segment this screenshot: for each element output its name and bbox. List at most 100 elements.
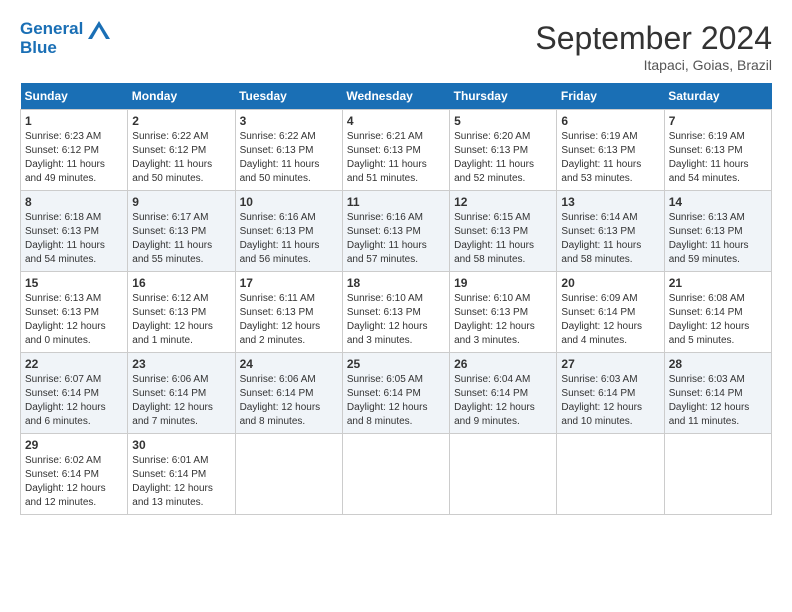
sunrise-label: Sunrise: 6:15 AM (454, 212, 530, 223)
sunrise-label: Sunrise: 6:13 AM (669, 212, 745, 223)
sunset-label: Sunset: 6:13 PM (132, 307, 206, 318)
day-cell-13: 13 Sunrise: 6:14 AM Sunset: 6:13 PM Dayl… (557, 191, 664, 272)
daylight-label: Daylight: 11 hours and 58 minutes. (454, 240, 534, 265)
day-info: Sunrise: 6:22 AM Sunset: 6:13 PM Dayligh… (240, 130, 338, 186)
day-number: 9 (132, 195, 230, 209)
sunrise-label: Sunrise: 6:01 AM (132, 455, 208, 466)
sunset-label: Sunset: 6:13 PM (347, 145, 421, 156)
day-info: Sunrise: 6:15 AM Sunset: 6:13 PM Dayligh… (454, 211, 552, 267)
page-header: General Blue September 2024 Itapaci, Goi… (20, 20, 772, 73)
daylight-label: Daylight: 12 hours and 13 minutes. (132, 483, 213, 508)
day-number: 29 (25, 438, 123, 452)
sunset-label: Sunset: 6:13 PM (132, 226, 206, 237)
sunset-label: Sunset: 6:13 PM (240, 226, 314, 237)
daylight-label: Daylight: 12 hours and 8 minutes. (240, 402, 321, 427)
sunrise-label: Sunrise: 6:23 AM (25, 131, 101, 142)
sunset-label: Sunset: 6:12 PM (132, 145, 206, 156)
day-number: 3 (240, 114, 338, 128)
daylight-label: Daylight: 12 hours and 12 minutes. (25, 483, 106, 508)
logo-text: General (20, 20, 110, 39)
day-cell-28: 28 Sunrise: 6:03 AM Sunset: 6:14 PM Dayl… (664, 353, 771, 434)
sunset-label: Sunset: 6:13 PM (454, 226, 528, 237)
day-number: 15 (25, 276, 123, 290)
day-number: 26 (454, 357, 552, 371)
day-cell-27: 27 Sunrise: 6:03 AM Sunset: 6:14 PM Dayl… (557, 353, 664, 434)
day-number: 1 (25, 114, 123, 128)
daylight-label: Daylight: 12 hours and 3 minutes. (347, 321, 428, 346)
day-cell-20: 20 Sunrise: 6:09 AM Sunset: 6:14 PM Dayl… (557, 272, 664, 353)
day-info: Sunrise: 6:12 AM Sunset: 6:13 PM Dayligh… (132, 292, 230, 348)
sunset-label: Sunset: 6:13 PM (240, 307, 314, 318)
day-number: 17 (240, 276, 338, 290)
daylight-label: Daylight: 11 hours and 49 minutes. (25, 159, 105, 184)
daylight-label: Daylight: 11 hours and 58 minutes. (561, 240, 641, 265)
sunrise-label: Sunrise: 6:09 AM (561, 293, 637, 304)
sunset-label: Sunset: 6:14 PM (561, 307, 635, 318)
sunset-label: Sunset: 6:13 PM (561, 145, 635, 156)
sunrise-label: Sunrise: 6:14 AM (561, 212, 637, 223)
daylight-label: Daylight: 12 hours and 7 minutes. (132, 402, 213, 427)
daylight-label: Daylight: 11 hours and 52 minutes. (454, 159, 534, 184)
sunset-label: Sunset: 6:13 PM (347, 226, 421, 237)
sunset-label: Sunset: 6:13 PM (454, 145, 528, 156)
day-info: Sunrise: 6:04 AM Sunset: 6:14 PM Dayligh… (454, 373, 552, 429)
sunrise-label: Sunrise: 6:08 AM (669, 293, 745, 304)
day-number: 18 (347, 276, 445, 290)
day-info: Sunrise: 6:13 AM Sunset: 6:13 PM Dayligh… (25, 292, 123, 348)
day-cell-7: 7 Sunrise: 6:19 AM Sunset: 6:13 PM Dayli… (664, 110, 771, 191)
day-number: 28 (669, 357, 767, 371)
day-cell-30: 30 Sunrise: 6:01 AM Sunset: 6:14 PM Dayl… (128, 434, 235, 515)
sunset-label: Sunset: 6:14 PM (454, 388, 528, 399)
day-info: Sunrise: 6:06 AM Sunset: 6:14 PM Dayligh… (132, 373, 230, 429)
day-info: Sunrise: 6:02 AM Sunset: 6:14 PM Dayligh… (25, 454, 123, 510)
day-cell-29: 29 Sunrise: 6:02 AM Sunset: 6:14 PM Dayl… (21, 434, 128, 515)
daylight-label: Daylight: 12 hours and 6 minutes. (25, 402, 106, 427)
empty-cell (450, 434, 557, 515)
day-cell-12: 12 Sunrise: 6:15 AM Sunset: 6:13 PM Dayl… (450, 191, 557, 272)
day-cell-10: 10 Sunrise: 6:16 AM Sunset: 6:13 PM Dayl… (235, 191, 342, 272)
empty-cell (235, 434, 342, 515)
daylight-label: Daylight: 11 hours and 54 minutes. (25, 240, 105, 265)
sunrise-label: Sunrise: 6:13 AM (25, 293, 101, 304)
day-info: Sunrise: 6:22 AM Sunset: 6:12 PM Dayligh… (132, 130, 230, 186)
daylight-label: Daylight: 11 hours and 56 minutes. (240, 240, 320, 265)
day-number: 5 (454, 114, 552, 128)
day-number: 21 (669, 276, 767, 290)
day-number: 8 (25, 195, 123, 209)
daylight-label: Daylight: 12 hours and 5 minutes. (669, 321, 750, 346)
sunset-label: Sunset: 6:14 PM (25, 388, 99, 399)
day-number: 20 (561, 276, 659, 290)
day-cell-26: 26 Sunrise: 6:04 AM Sunset: 6:14 PM Dayl… (450, 353, 557, 434)
sunset-label: Sunset: 6:13 PM (561, 226, 635, 237)
daylight-label: Daylight: 12 hours and 3 minutes. (454, 321, 535, 346)
daylight-label: Daylight: 11 hours and 51 minutes. (347, 159, 427, 184)
sunrise-label: Sunrise: 6:18 AM (25, 212, 101, 223)
sunrise-label: Sunrise: 6:20 AM (454, 131, 530, 142)
daylight-label: Daylight: 12 hours and 2 minutes. (240, 321, 321, 346)
sunrise-label: Sunrise: 6:03 AM (561, 374, 637, 385)
column-header-sunday: Sunday (21, 83, 128, 110)
sunrise-label: Sunrise: 6:02 AM (25, 455, 101, 466)
day-info: Sunrise: 6:03 AM Sunset: 6:14 PM Dayligh… (669, 373, 767, 429)
column-header-thursday: Thursday (450, 83, 557, 110)
day-info: Sunrise: 6:09 AM Sunset: 6:14 PM Dayligh… (561, 292, 659, 348)
sunset-label: Sunset: 6:13 PM (669, 226, 743, 237)
column-header-monday: Monday (128, 83, 235, 110)
daylight-label: Daylight: 12 hours and 10 minutes. (561, 402, 642, 427)
day-number: 24 (240, 357, 338, 371)
day-cell-16: 16 Sunrise: 6:12 AM Sunset: 6:13 PM Dayl… (128, 272, 235, 353)
sunrise-label: Sunrise: 6:22 AM (240, 131, 316, 142)
day-cell-2: 2 Sunrise: 6:22 AM Sunset: 6:12 PM Dayli… (128, 110, 235, 191)
sunrise-label: Sunrise: 6:19 AM (561, 131, 637, 142)
day-number: 16 (132, 276, 230, 290)
sunrise-label: Sunrise: 6:21 AM (347, 131, 423, 142)
day-info: Sunrise: 6:18 AM Sunset: 6:13 PM Dayligh… (25, 211, 123, 267)
day-number: 14 (669, 195, 767, 209)
sunrise-label: Sunrise: 6:03 AM (669, 374, 745, 385)
day-cell-24: 24 Sunrise: 6:06 AM Sunset: 6:14 PM Dayl… (235, 353, 342, 434)
day-info: Sunrise: 6:01 AM Sunset: 6:14 PM Dayligh… (132, 454, 230, 510)
day-number: 12 (454, 195, 552, 209)
day-cell-4: 4 Sunrise: 6:21 AM Sunset: 6:13 PM Dayli… (342, 110, 449, 191)
day-info: Sunrise: 6:19 AM Sunset: 6:13 PM Dayligh… (669, 130, 767, 186)
sunset-label: Sunset: 6:12 PM (25, 145, 99, 156)
